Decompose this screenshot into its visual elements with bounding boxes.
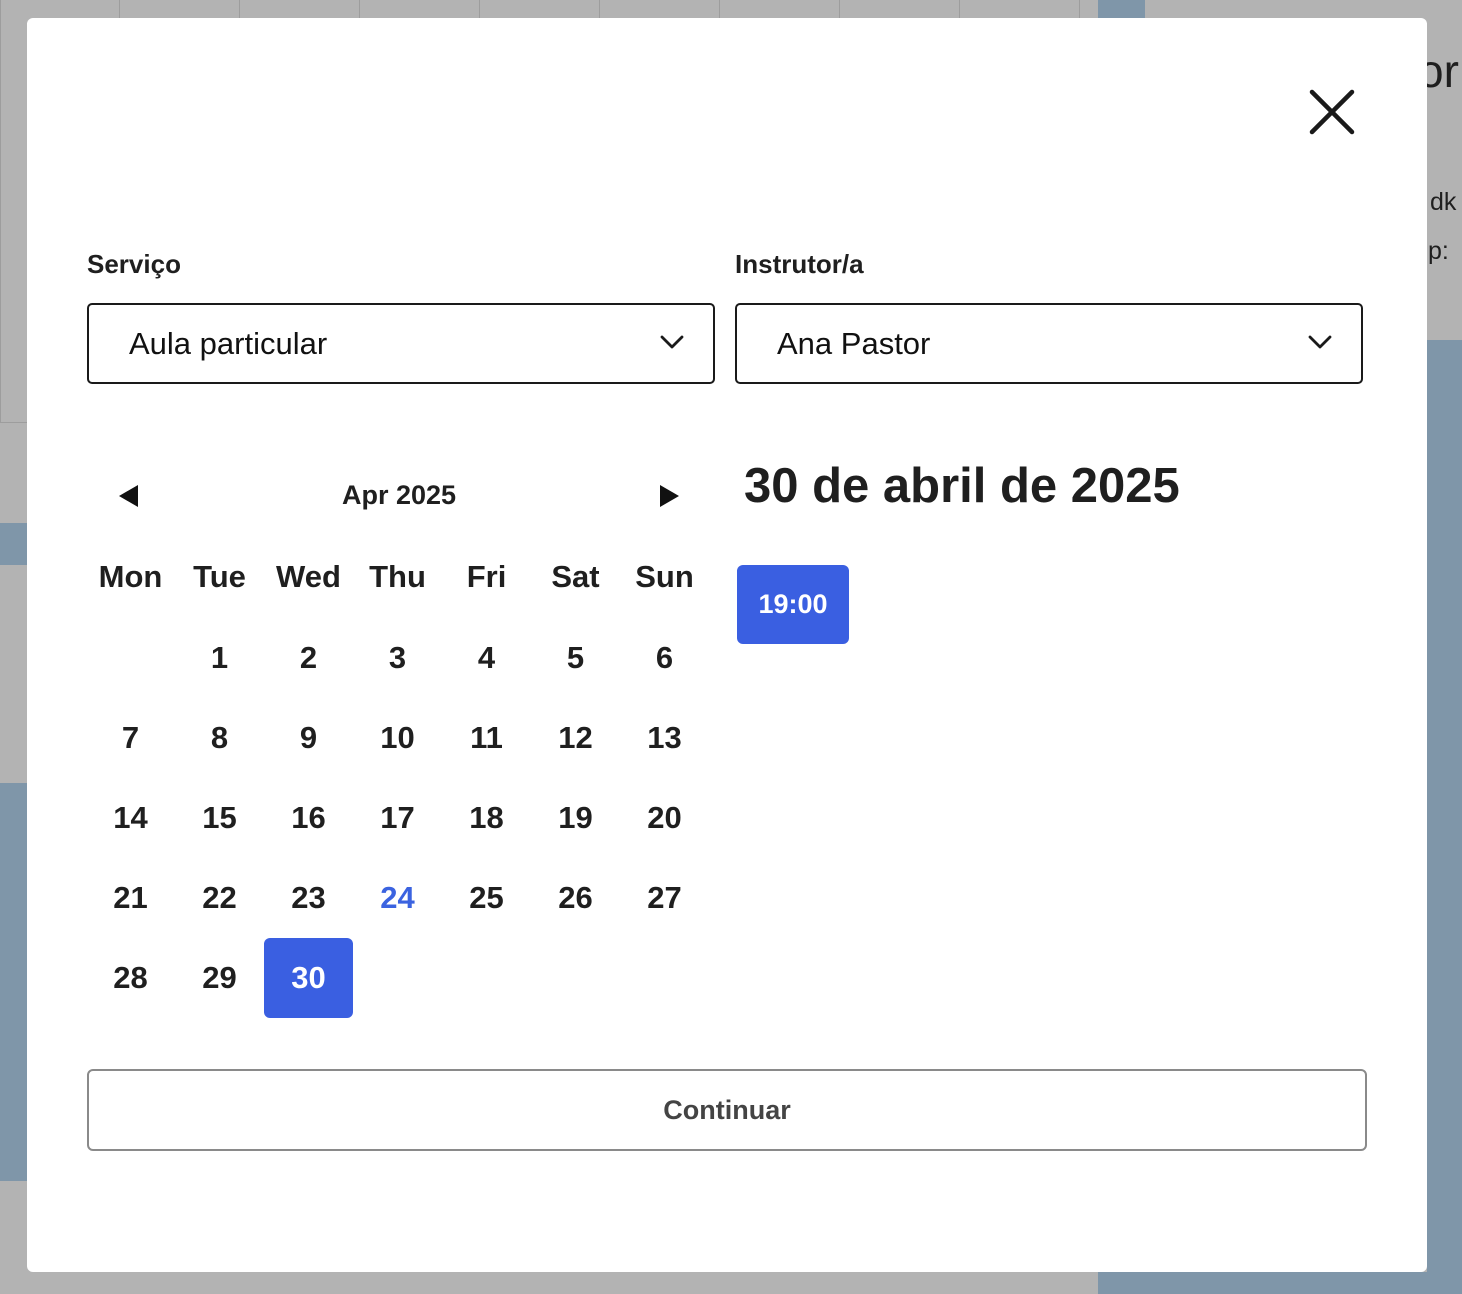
calendar-weekday-label: Mon [98,559,163,594]
backdrop-divider [0,422,27,423]
calendar-day[interactable]: 12 [531,698,620,778]
chevron-down-icon [660,335,684,349]
chevron-down-icon [1308,335,1332,349]
calendar-day[interactable]: 22 [175,858,264,938]
triangle-right-icon [660,485,679,507]
calendar-weekday-label: Sat [551,559,600,594]
calendar-day[interactable]: 6 [620,618,709,698]
backdrop-grid [0,0,1098,18]
calendar-day[interactable]: 27 [620,858,709,938]
calendar-day[interactable]: 20 [620,778,709,858]
backdrop-block [1098,1272,1427,1294]
calendar-day[interactable]: 8 [175,698,264,778]
backdrop-text: dk [1430,188,1457,216]
triangle-left-icon [119,485,138,507]
close-button[interactable] [1304,84,1360,140]
calendar-day[interactable]: 5 [531,618,620,698]
calendar-day[interactable]: 13 [620,698,709,778]
close-icon [1309,89,1355,135]
calendar-day[interactable]: 2 [264,618,353,698]
calendar-day[interactable]: 16 [264,778,353,858]
next-month-button[interactable] [649,476,689,516]
calendar-day-selected[interactable]: 30 [264,938,353,1018]
backdrop-block [1427,340,1462,1294]
instructor-select[interactable]: Ana Pastor [735,303,1363,384]
calendar-day[interactable]: 14 [86,778,175,858]
previous-month-button[interactable] [109,476,149,516]
calendar-day[interactable]: 7 [86,698,175,778]
service-label: Serviço [87,249,181,279]
calendar-day[interactable]: 25 [442,858,531,938]
calendar-day[interactable]: 9 [264,698,353,778]
instructor-select-value: Ana Pastor [777,326,931,361]
calendar-day[interactable]: 10 [353,698,442,778]
calendar-day[interactable]: 29 [175,938,264,1018]
calendar-day[interactable]: 4 [442,618,531,698]
calendar-weekday-label: Fri [466,559,507,594]
calendar-weekday-label: Thu [369,559,426,594]
backdrop-block [1098,0,1145,18]
selected-date-heading: 30 de abril de 2025 [744,459,1180,513]
instructor-label: Instrutor/a [735,249,864,279]
calendar-day[interactable]: 11 [442,698,531,778]
calendar-day[interactable]: 28 [86,938,175,1018]
calendar-day[interactable]: 1 [175,618,264,698]
booking-modal: Serviço Aula particular Instrutor/a Ana … [27,18,1427,1272]
calendar-weekday-label: Sun [635,559,694,594]
service-select[interactable]: Aula particular [87,303,715,384]
calendar-weekday-label: Tue [193,559,246,594]
calendar-day[interactable]: 24 [353,858,442,938]
time-slot-button[interactable]: 19:00 [737,565,849,644]
service-select-value: Aula particular [129,326,328,361]
calendar-month-label: Apr 2025 [341,480,457,510]
calendar-weekday-label: Wed [276,559,341,594]
calendar-day[interactable]: 18 [442,778,531,858]
calendar-day[interactable]: 23 [264,858,353,938]
calendar-day[interactable]: 21 [86,858,175,938]
backdrop-block [0,783,27,1181]
calendar-day[interactable]: 26 [531,858,620,938]
calendar-day[interactable]: 19 [531,778,620,858]
calendar-day[interactable]: 17 [353,778,442,858]
continue-button[interactable]: Continuar [87,1069,1367,1151]
calendar-day[interactable]: 15 [175,778,264,858]
backdrop-text: p: [1428,237,1449,265]
backdrop-block [0,523,27,565]
backdrop-divider [0,0,1,422]
calendar-day[interactable]: 3 [353,618,442,698]
